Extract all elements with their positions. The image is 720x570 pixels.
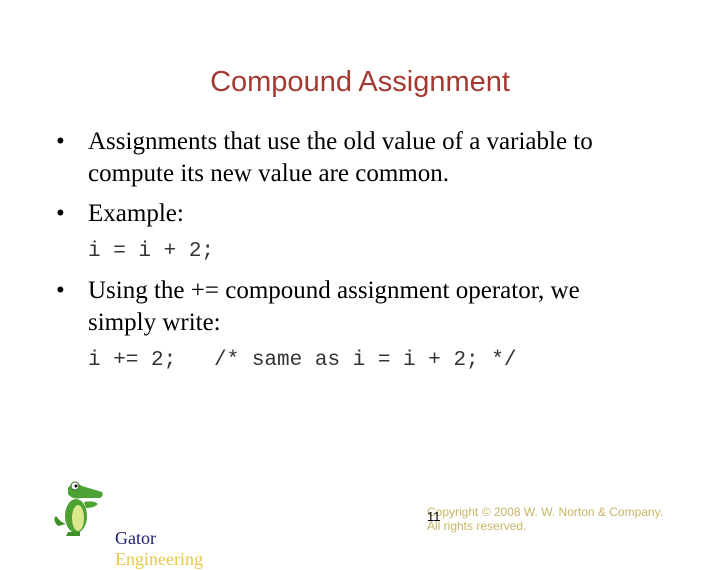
code-line: i = i + 2;	[88, 240, 215, 263]
slide-title: Compound Assignment	[210, 66, 510, 98]
slide-number: 11	[427, 509, 441, 524]
brand-part-gator: Gator	[115, 528, 156, 548]
brand-logo-text: Gator Engineering	[106, 507, 203, 570]
copyright-notice: Copyright © 2008 W. W. Norton & Company.…	[427, 505, 664, 533]
bullet-marker: •	[56, 200, 65, 227]
bullet-text: Using the += compound assignment operato…	[88, 277, 580, 336]
gator-mascot-icon	[54, 481, 103, 536]
bullet-marker: •	[56, 277, 65, 304]
bullet-text: Example:	[88, 200, 184, 227]
bullet-text: Assignments that use the old value of a …	[88, 128, 593, 187]
brand-part-engineering: Engineering	[115, 549, 203, 569]
bullet-marker: •	[56, 128, 65, 155]
code-line: i += 2; /* same as i = i + 2; */	[88, 349, 517, 372]
